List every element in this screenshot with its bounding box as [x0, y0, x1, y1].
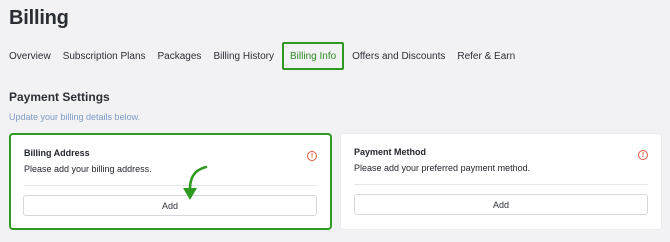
tab-refer-and-earn[interactable]: Refer & Earn [451, 42, 521, 70]
tab-billing-info[interactable]: Billing Info [282, 42, 345, 70]
page-title: Billing [9, 7, 69, 29]
alert-circle-icon: ! [307, 151, 317, 161]
card-divider [354, 184, 648, 185]
annotation-arrow-icon [183, 165, 208, 200]
payment-method-description: Please add your preferred payment method… [354, 163, 531, 173]
billing-address-description: Please add your billing address. [24, 164, 152, 174]
section-subtitle: Update your billing details below. [9, 112, 141, 122]
tab-billing-history[interactable]: Billing History [207, 42, 280, 70]
add-billing-address-button[interactable]: Add [23, 195, 317, 216]
add-payment-method-button[interactable]: Add [354, 194, 648, 215]
tab-overview[interactable]: Overview [0, 42, 57, 70]
payment-method-card: Payment Method ! Please add your preferr… [340, 133, 662, 230]
tab-bar: Overview Subscription Plans Packages Bil… [0, 42, 521, 70]
alert-circle-icon: ! [638, 150, 648, 160]
tab-offers-and-discounts[interactable]: Offers and Discounts [346, 42, 451, 70]
card-divider [24, 185, 317, 186]
section-title: Payment Settings [9, 90, 110, 104]
billing-address-title: Billing Address [24, 148, 90, 158]
tab-subscription-plans[interactable]: Subscription Plans [57, 42, 152, 70]
billing-address-card: Billing Address ! Please add your billin… [9, 133, 332, 230]
payment-method-title: Payment Method [354, 147, 427, 157]
tab-packages[interactable]: Packages [152, 42, 208, 70]
